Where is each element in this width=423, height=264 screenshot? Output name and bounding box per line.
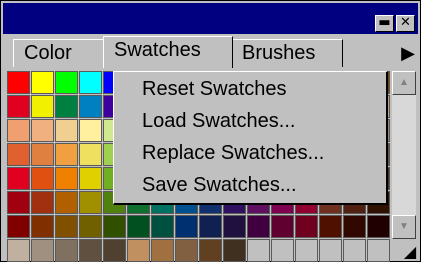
swatch[interactable] [367,239,390,262]
swatch[interactable] [247,239,270,262]
swatch[interactable] [31,215,54,238]
menu-item-save-swatches[interactable]: Save Swatches... [142,171,297,199]
swatch[interactable] [247,215,270,238]
swatch[interactable] [319,239,342,262]
swatch[interactable] [319,215,342,238]
swatch[interactable] [175,215,198,238]
scroll-up-icon: ▲ [399,77,409,88]
swatch[interactable] [55,167,78,190]
tab-strip: Color Swatches Brushes ▶ [3,35,418,68]
close-icon: ✕ [400,15,411,30]
swatch[interactable] [7,119,30,142]
swatch[interactable] [223,215,246,238]
swatch[interactable] [55,119,78,142]
swatch[interactable] [55,191,78,214]
close-button[interactable]: ✕ [396,15,415,32]
swatch[interactable] [55,95,78,118]
swatch[interactable] [31,143,54,166]
scroll-up-button[interactable]: ▲ [392,71,416,95]
swatch[interactable] [79,167,102,190]
tab-brushes[interactable]: Brushes [231,39,343,67]
swatch[interactable] [151,215,174,238]
tab-color[interactable]: Color [13,39,105,67]
vertical-scrollbar[interactable]: ▲ ▼ [392,71,416,239]
swatch[interactable] [79,191,102,214]
menu-item-load-swatches[interactable]: Load Swatches... [142,107,295,135]
swatch[interactable] [55,71,78,94]
swatch[interactable] [79,119,102,142]
swatch[interactable] [127,215,150,238]
palette-menu-icon: ▶ [401,43,415,63]
palette-title-bar[interactable]: ▬ ✕ [3,3,418,34]
swatch[interactable] [55,215,78,238]
swatch[interactable] [7,95,30,118]
swatches-context-menu: Reset Swatches Load Swatches... Replace … [113,71,388,205]
tab-color-label: Color [24,42,72,64]
swatch[interactable] [55,143,78,166]
swatch[interactable] [79,95,102,118]
swatch[interactable] [31,95,54,118]
swatch[interactable] [31,167,54,190]
swatch[interactable] [343,215,366,238]
minimize-button[interactable]: ▬ [375,15,394,32]
tab-swatches[interactable]: Swatches [103,36,233,68]
palette-menu-button[interactable]: ▶ [398,41,418,65]
swatch[interactable] [7,239,30,262]
swatch[interactable] [295,215,318,238]
menu-item-reset-swatches[interactable]: Reset Swatches [142,75,287,103]
swatch[interactable] [367,215,390,238]
swatch[interactable] [103,239,126,262]
swatch[interactable] [271,215,294,238]
swatch[interactable] [7,143,30,166]
swatch[interactable] [7,167,30,190]
swatch[interactable] [79,215,102,238]
swatch[interactable] [31,71,54,94]
swatch[interactable] [343,239,366,262]
swatch[interactable] [295,239,318,262]
swatch[interactable] [175,239,198,262]
swatch[interactable] [151,239,174,262]
tab-brushes-label: Brushes [242,42,316,64]
swatch[interactable] [55,239,78,262]
minimize-icon: ▬ [378,15,391,30]
swatch[interactable] [31,119,54,142]
swatch[interactable] [79,143,102,166]
swatch[interactable] [199,215,222,238]
scroll-down-button[interactable]: ▼ [392,215,416,239]
swatch[interactable] [7,71,30,94]
swatch[interactable] [127,239,150,262]
scroll-down-icon: ▼ [399,221,409,232]
swatch[interactable] [31,239,54,262]
swatch[interactable] [79,71,102,94]
swatch[interactable] [103,215,126,238]
swatches-palette-window: ▬ ✕ Color Swatches Brushes ▶ ▲ ▼ ◢ Reset… [0,0,421,262]
swatch[interactable] [7,191,30,214]
swatch[interactable] [31,191,54,214]
resize-grip[interactable]: ◢ [401,243,419,261]
menu-item-replace-swatches[interactable]: Replace Swatches... [142,139,324,167]
swatch[interactable] [7,215,30,238]
swatch[interactable] [271,239,294,262]
swatch[interactable] [223,239,246,262]
swatch[interactable] [199,239,222,262]
swatch[interactable] [79,239,102,262]
tab-swatches-label: Swatches [114,39,201,61]
resize-grip-icon: ◢ [403,242,417,261]
